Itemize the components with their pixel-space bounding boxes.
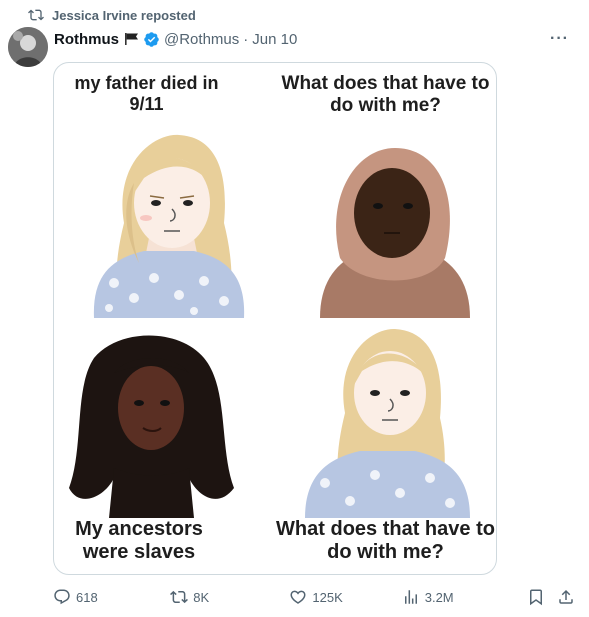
separator-dot: · (243, 30, 249, 48)
verified-badge-icon[interactable] (143, 31, 160, 48)
bookmark-button[interactable] (527, 588, 545, 606)
more-options-button[interactable]: ··· (550, 31, 569, 47)
author-handle[interactable]: @Rothmus (164, 31, 239, 48)
panel-1-caption: my father died in 9/11 (74, 73, 219, 114)
reply-button[interactable]: 618 (53, 588, 170, 606)
meme-panel-2: What does that have to do with me? (275, 63, 496, 318)
reply-count: 618 (76, 589, 98, 605)
views-button[interactable]: 3.2M (402, 588, 517, 606)
avatar[interactable] (8, 27, 48, 67)
repost-button[interactable]: 8K (170, 588, 289, 606)
repost-indicator[interactable]: Jessica Irvine reposted (28, 6, 196, 24)
repost-count: 8K (193, 589, 210, 605)
like-count: 125K (312, 589, 343, 605)
repost-label: Jessica Irvine reposted (52, 7, 196, 23)
flag-icon (125, 33, 138, 45)
bookmark-icon (530, 589, 542, 606)
post-media-image[interactable]: my father died in 9/11 What does that ha… (53, 62, 497, 575)
meme-panel-4: What does that have to do with me? (275, 318, 496, 573)
blonde-woman-illustration (93, 134, 245, 318)
post-date[interactable]: Jun 10 (252, 31, 297, 48)
black-woman-illustration (69, 335, 234, 518)
share-button[interactable] (557, 588, 575, 606)
panel-3-caption: My ancestors were slaves (75, 518, 203, 563)
panel-2-caption: What does that have to do with me? (281, 73, 490, 116)
repost-icon (28, 9, 44, 21)
blonde-woman-illustration-2 (305, 328, 470, 518)
heart-icon (290, 590, 306, 604)
post-actions-bar: 618 8K 125K 3.2M (53, 585, 575, 609)
views-count: 3.2M (424, 589, 454, 605)
reply-icon (54, 589, 70, 605)
meme-panel-1: my father died in 9/11 (54, 63, 275, 318)
author-name[interactable]: Rothmus (54, 31, 119, 48)
share-icon (559, 589, 573, 604)
repost-icon (170, 590, 189, 604)
meme-panel-3: My ancestors were slaves (54, 318, 275, 573)
hijab-woman-illustration (320, 148, 470, 318)
post-header: Rothmus @Rothmus · Jun 10 ··· (54, 29, 569, 49)
avatar-image (8, 27, 48, 67)
views-chart-icon (404, 590, 417, 604)
like-button[interactable]: 125K (289, 588, 401, 606)
panel-4-caption: What does that have to do with me? (276, 518, 495, 563)
